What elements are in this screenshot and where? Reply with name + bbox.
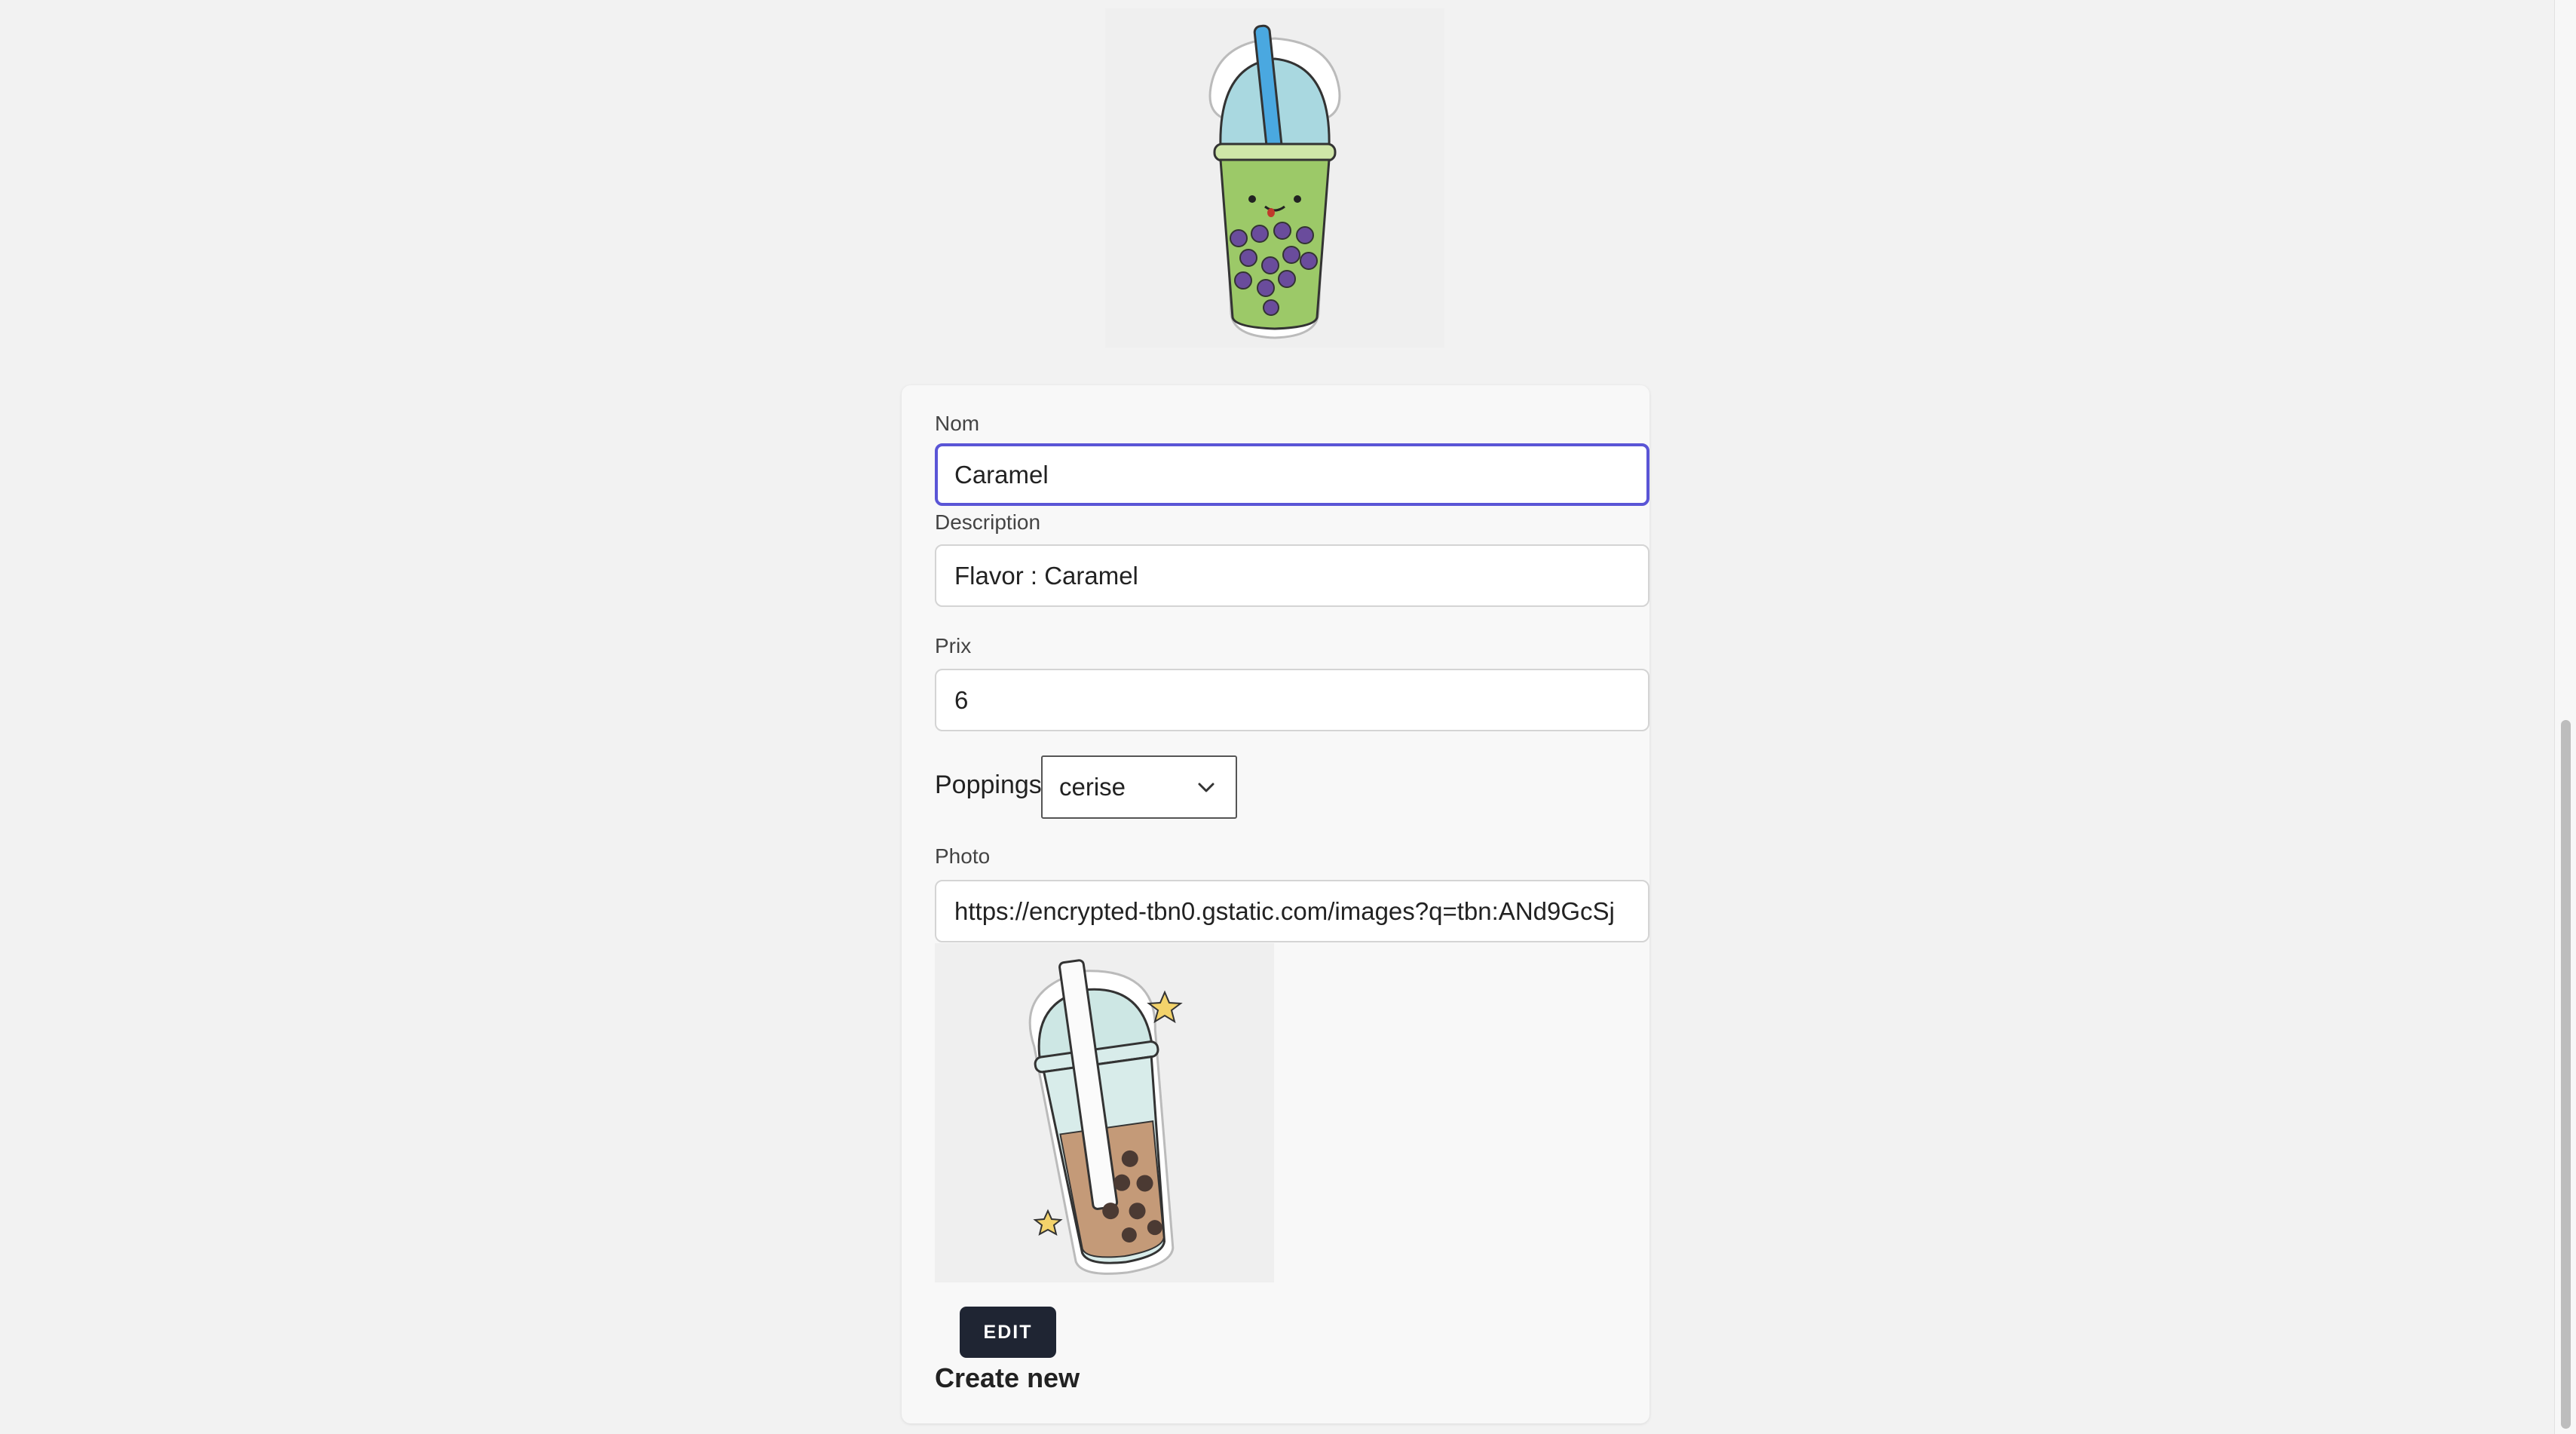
description-label: Description: [935, 510, 1041, 534]
bubble-tea-brown-icon: [1028, 959, 1183, 1275]
poppings-selected-value: cerise: [1059, 773, 1126, 801]
create-new-link[interactable]: Create new: [935, 1362, 1080, 1394]
photo-preview: [935, 943, 1274, 1282]
prix-input[interactable]: 6: [935, 669, 1649, 731]
photo-label: Photo: [935, 844, 991, 868]
nom-label: Nom: [935, 412, 980, 435]
edit-drink-form: Nom Caramel Description Flavor : Caramel…: [902, 385, 1649, 1423]
scrollbar-thumb[interactable]: [2561, 720, 2571, 1429]
chevron-down-icon: [1198, 783, 1214, 792]
nom-input[interactable]: Caramel: [935, 443, 1649, 506]
description-input[interactable]: Flavor : Caramel: [935, 544, 1649, 607]
vertical-scrollbar[interactable]: [2554, 0, 2576, 1434]
prix-label: Prix: [935, 634, 972, 657]
header-drink-image: [1105, 8, 1444, 348]
poppings-select[interactable]: cerise: [1041, 755, 1237, 819]
photo-url-input[interactable]: https://encrypted-tbn0.gstatic.com/image…: [935, 880, 1649, 942]
bubble-tea-green-icon: [1208, 24, 1341, 339]
edit-button[interactable]: EDIT: [960, 1307, 1056, 1358]
poppings-label: Poppings: [935, 771, 1042, 799]
